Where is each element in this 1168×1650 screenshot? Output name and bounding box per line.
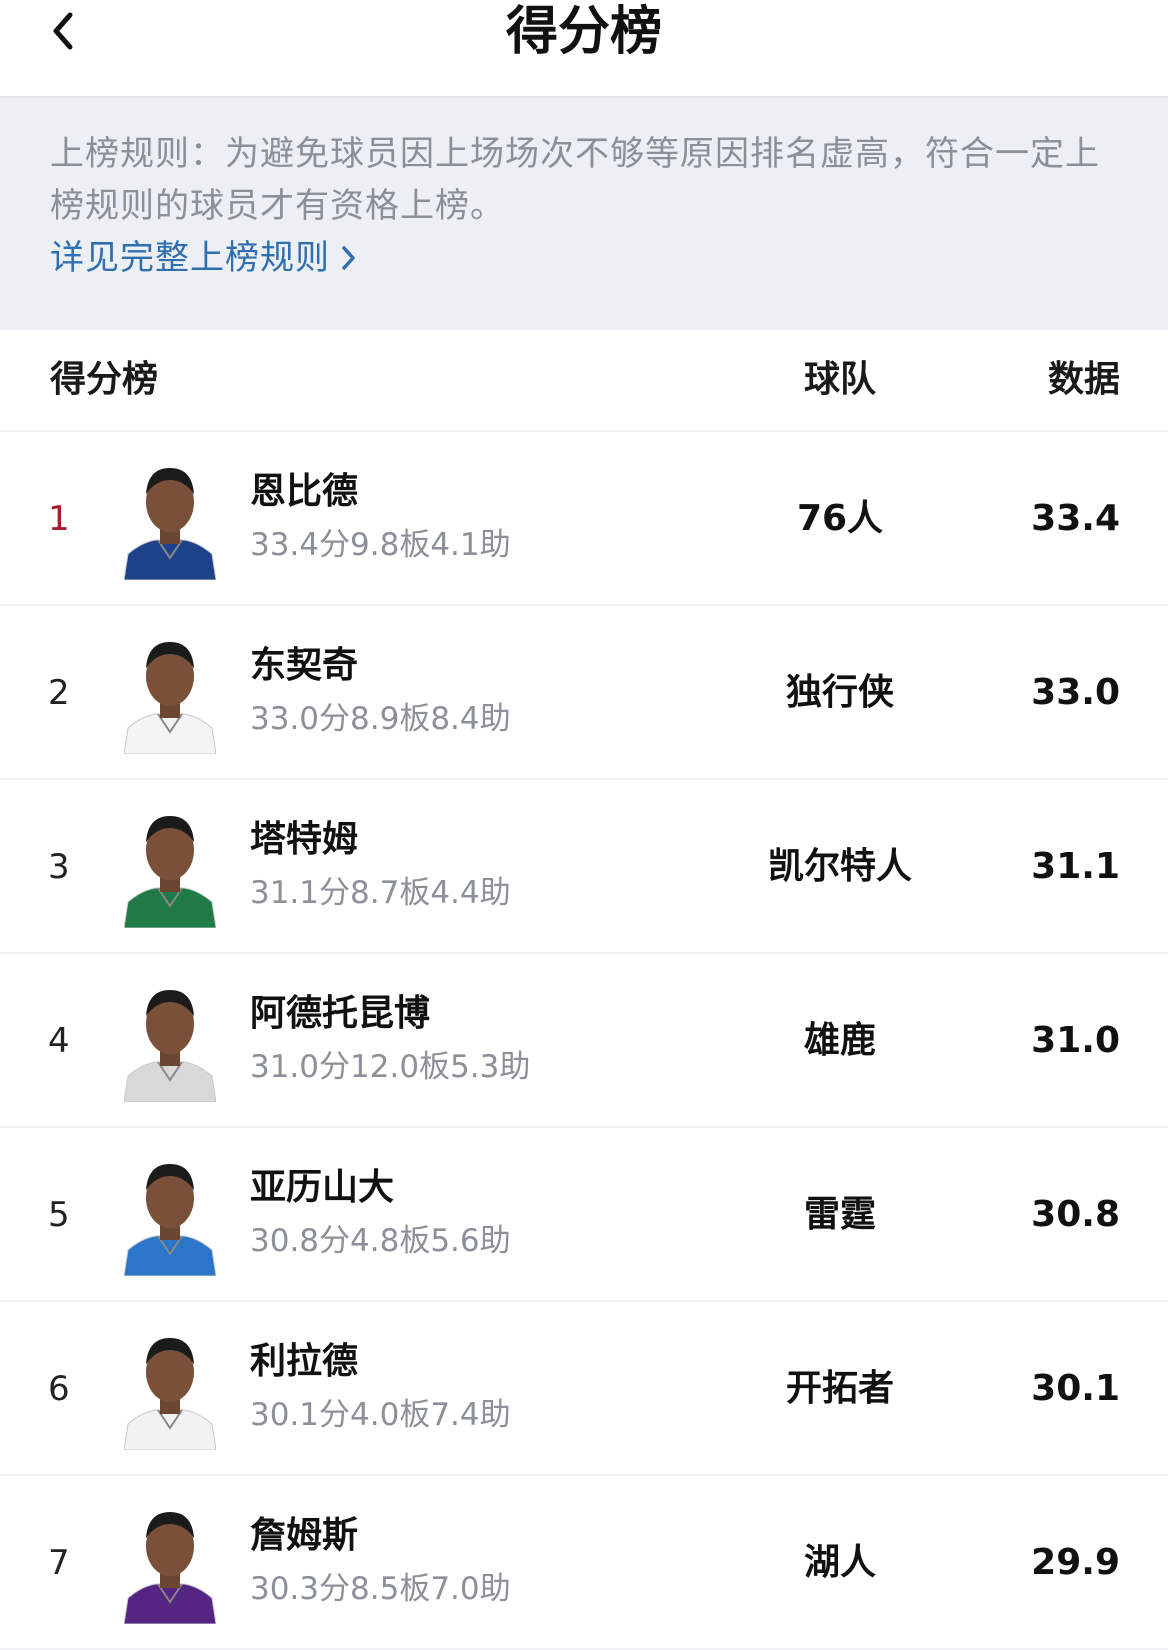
rank-number: 2 — [48, 673, 70, 713]
ranking-rules-notice: 上榜规则：为避免球员因上场场次不够等原因排名虚高，符合一定上榜规则的球员才有资格… — [0, 98, 1168, 330]
player-stat-line: 33.4分9.8板4.1助 — [250, 527, 511, 563]
team-name: 76人 — [796, 498, 884, 539]
player-row[interactable]: 2 东契奇 33.0分8.9板8.4助 独行侠 33.0 — [0, 606, 1168, 780]
player-name: 利拉德 — [250, 1341, 359, 1382]
column-header-team: 球队 — [803, 359, 876, 400]
points-value: 33.4 — [1031, 498, 1120, 539]
player-row[interactable]: 4 阿德托昆博 31.0分12.0板5.3助 雄鹿 31.0 — [0, 954, 1168, 1128]
player-avatar — [124, 468, 216, 580]
player-stat-line: 33.0分8.9板8.4助 — [250, 701, 511, 737]
column-header-ranking: 得分榜 — [50, 359, 159, 400]
player-stat-line: 30.8分4.8板5.6助 — [250, 1223, 511, 1259]
player-avatar — [124, 1338, 216, 1450]
rank-number: 7 — [48, 1543, 70, 1583]
team-name: 凯尔特人 — [767, 846, 912, 887]
player-name: 詹姆斯 — [250, 1515, 359, 1556]
team-name: 开拓者 — [785, 1368, 894, 1409]
player-stat-line: 30.3分8.5板7.0助 — [250, 1571, 511, 1607]
rules-text: 上榜规则：为避免球员因上场场次不够等原因排名虚高，符合一定上榜规则的球员才有资格… — [50, 134, 1100, 226]
player-avatar — [124, 1512, 216, 1624]
player-row[interactable]: 6 利拉德 30.1分4.0板7.4助 开拓者 30.1 — [0, 1302, 1168, 1476]
leaderboard-header: 得分榜 球队 数据 — [0, 330, 1168, 432]
rank-number: 6 — [48, 1369, 70, 1409]
team-name: 雄鹿 — [803, 1020, 876, 1061]
points-value: 30.8 — [1031, 1194, 1120, 1235]
player-name: 阿德托昆博 — [250, 993, 431, 1034]
top-nav-bar: 得分榜 — [0, 0, 1168, 98]
team-name: 独行侠 — [785, 672, 894, 713]
player-name: 东契奇 — [250, 645, 359, 686]
player-avatar — [124, 990, 216, 1102]
player-stat-line: 30.1分4.0板7.4助 — [250, 1397, 511, 1433]
rank-number: 3 — [48, 847, 70, 887]
player-row[interactable]: 5 亚历山大 30.8分4.8板5.6助 雷霆 30.8 — [0, 1128, 1168, 1302]
page-title: 得分榜 — [505, 2, 662, 62]
column-header-data: 数据 — [1047, 359, 1120, 400]
points-value: 31.1 — [1031, 846, 1120, 887]
points-value: 33.0 — [1031, 672, 1120, 713]
player-avatar — [124, 642, 216, 754]
rank-number: 5 — [48, 1195, 70, 1235]
team-name: 雷霆 — [803, 1194, 876, 1235]
player-row[interactable]: 7 詹姆斯 30.3分8.5板7.0助 湖人 29.9 — [0, 1476, 1168, 1650]
rank-number: 4 — [48, 1021, 70, 1061]
player-stat-line: 31.0分12.0板5.3助 — [250, 1049, 531, 1085]
player-row[interactable]: 3 塔特姆 31.1分8.7板4.4助 凯尔特人 31.1 — [0, 780, 1168, 954]
team-name: 湖人 — [803, 1542, 876, 1583]
player-avatar — [124, 1164, 216, 1276]
chevron-right-icon — [342, 246, 355, 270]
full-rules-link-label: 详见完整上榜规则 — [50, 238, 330, 278]
rank-number: 1 — [48, 499, 70, 539]
points-value: 30.1 — [1031, 1368, 1120, 1409]
player-name: 恩比德 — [250, 471, 359, 512]
full-rules-link[interactable]: 详见完整上榜规则 — [50, 232, 358, 284]
leaderboard-list: 1 恩比德 33.4分9.8板4.1助 76人 33.4 2 东契奇 33.0分8.9板8.4… — [0, 432, 1168, 1650]
player-row[interactable]: 1 恩比德 33.4分9.8板4.1助 76人 33.4 — [0, 432, 1168, 606]
player-avatar — [124, 816, 216, 928]
points-value: 29.9 — [1031, 1542, 1120, 1583]
player-stat-line: 31.1分8.7板4.4助 — [250, 875, 511, 911]
player-name: 亚历山大 — [250, 1167, 395, 1208]
player-name: 塔特姆 — [250, 819, 359, 860]
points-value: 31.0 — [1031, 1020, 1120, 1061]
